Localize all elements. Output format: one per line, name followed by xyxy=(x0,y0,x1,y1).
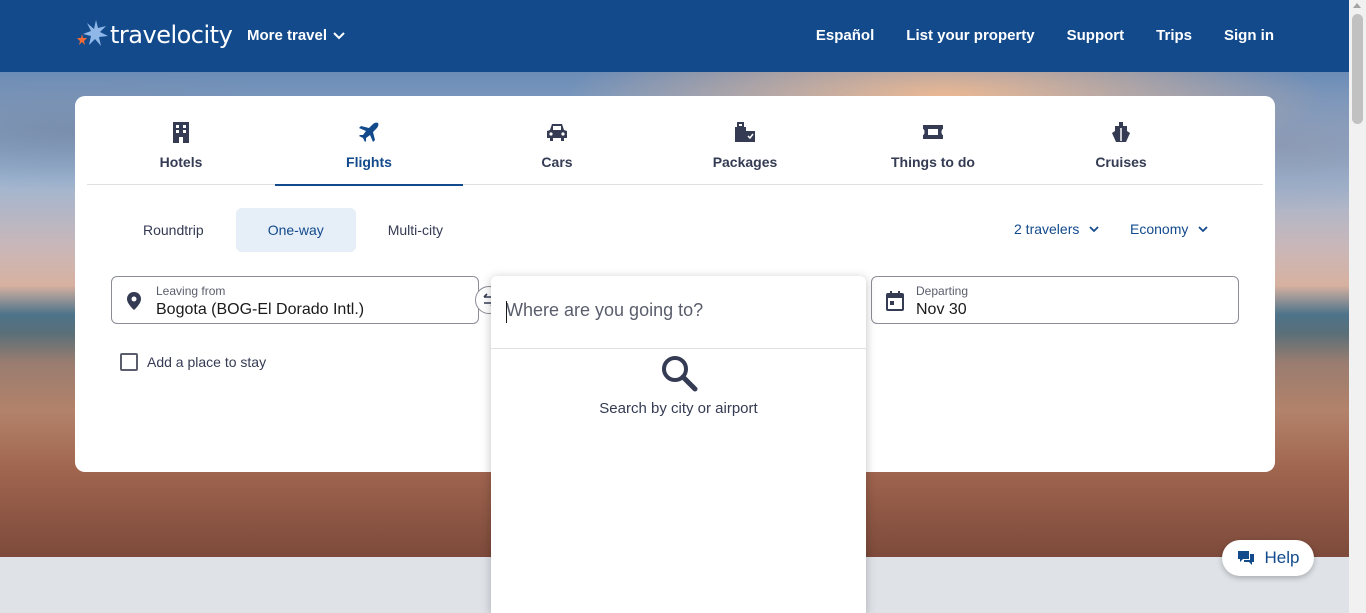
logo-text: travelocity xyxy=(110,21,233,49)
travelers-label: 2 travelers xyxy=(1014,221,1080,237)
tab-hotels[interactable]: Hotels xyxy=(87,96,275,185)
help-button[interactable]: Help xyxy=(1222,540,1314,576)
top-navigation-bar: travelocity More travel Español List you… xyxy=(0,0,1349,72)
travelers-dropdown[interactable]: 2 travelers xyxy=(1014,221,1099,237)
search-icon xyxy=(661,356,697,392)
product-tabs: Hotels Flights Cars Packages Things to d… xyxy=(87,96,1263,186)
chevron-down-icon xyxy=(1198,225,1208,232)
hotel-icon xyxy=(173,122,189,143)
tab-flights[interactable]: Flights xyxy=(275,96,463,186)
tab-label: Packages xyxy=(712,154,778,170)
add-stay-label: Add a place to stay xyxy=(147,354,267,370)
plane-icon xyxy=(359,122,379,142)
header-links: Español List your property Support Trips… xyxy=(784,27,1274,44)
add-stay-checkbox-row[interactable]: Add a place to stay xyxy=(120,353,266,371)
travelocity-logo[interactable]: travelocity xyxy=(76,20,233,50)
tab-label: Cruises xyxy=(1095,154,1147,170)
chat-icon xyxy=(1237,551,1254,565)
map-pin-icon xyxy=(127,292,141,310)
multi-city-button[interactable]: Multi-city xyxy=(356,208,475,252)
tab-label: Flights xyxy=(346,154,392,170)
more-travel-menu[interactable]: More travel xyxy=(247,27,345,44)
cabin-class-dropdown[interactable]: Economy xyxy=(1130,221,1208,237)
scroll-up-arrow-icon[interactable] xyxy=(1353,3,1361,8)
tab-things-to-do[interactable]: Things to do xyxy=(839,96,1027,185)
car-icon xyxy=(547,124,567,141)
packages-icon xyxy=(735,122,755,142)
destination-input-wrapper xyxy=(491,276,866,349)
destination-hint: Search by city or airport xyxy=(599,400,758,417)
leaving-from-value: Bogota (BOG-El Dorado Intl.) xyxy=(156,301,365,318)
one-way-button[interactable]: One-way xyxy=(235,208,356,252)
sign-in-link[interactable]: Sign in xyxy=(1224,27,1274,44)
destination-empty-state: Search by city or airport xyxy=(491,354,866,417)
calendar-icon xyxy=(886,291,904,311)
cruise-icon xyxy=(1112,122,1130,142)
tab-label: Hotels xyxy=(159,154,203,170)
departing-label: Departing xyxy=(916,284,969,298)
language-link[interactable]: Español xyxy=(816,27,874,44)
tab-cars[interactable]: Cars xyxy=(463,96,651,185)
chevron-down-icon xyxy=(1089,225,1099,232)
list-property-link[interactable]: List your property xyxy=(906,27,1034,44)
scrollbar-thumb[interactable] xyxy=(1352,14,1363,124)
trip-type-selector: Roundtrip One-way Multi-city xyxy=(111,208,475,252)
tab-packages[interactable]: Packages xyxy=(651,96,839,185)
tab-cruises[interactable]: Cruises xyxy=(1027,96,1215,185)
leaving-from-label: Leaving from xyxy=(156,284,226,298)
leaving-from-field[interactable]: Leaving from Bogota (BOG-El Dorado Intl.… xyxy=(111,276,479,324)
page-scrollbar[interactable] xyxy=(1349,0,1366,613)
chevron-down-icon xyxy=(333,31,345,39)
text-cursor xyxy=(506,301,507,323)
tab-label: Cars xyxy=(541,154,573,170)
logo-star-icon xyxy=(77,20,108,46)
departing-value: Nov 30 xyxy=(916,301,967,318)
trips-link[interactable]: Trips xyxy=(1156,27,1192,44)
ticket-icon xyxy=(923,125,943,139)
tab-label: Things to do xyxy=(891,154,975,170)
cabin-class-label: Economy xyxy=(1130,221,1189,237)
destination-dropdown: Search by city or airport xyxy=(491,276,866,613)
more-travel-label: More travel xyxy=(247,27,328,44)
roundtrip-button[interactable]: Roundtrip xyxy=(111,208,236,252)
help-label: Help xyxy=(1264,548,1300,567)
support-link[interactable]: Support xyxy=(1067,27,1125,44)
destination-input[interactable] xyxy=(506,300,846,321)
departing-date-field[interactable]: Departing Nov 30 xyxy=(871,276,1239,324)
add-stay-checkbox[interactable] xyxy=(120,353,138,371)
